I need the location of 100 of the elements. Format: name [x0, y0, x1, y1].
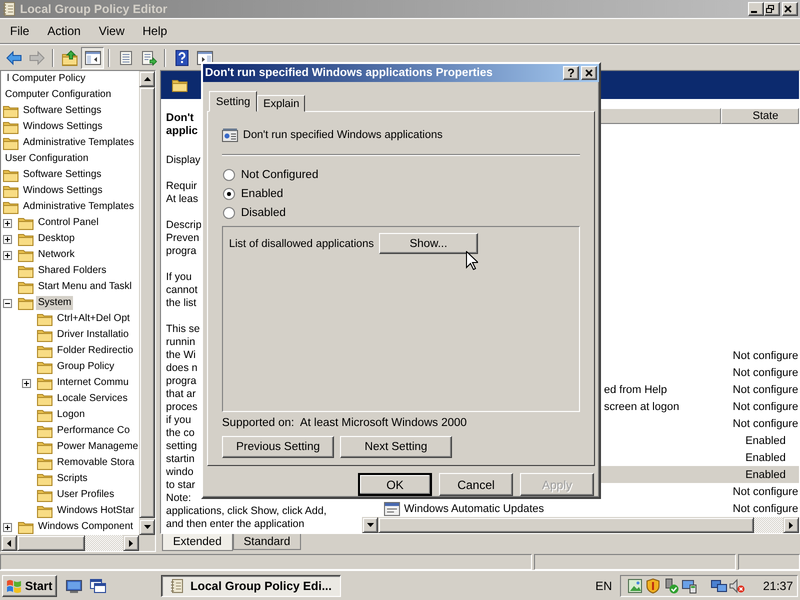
- folder-icon: [37, 408, 53, 422]
- tree-item[interactable]: Computer Configuration: [3, 88, 114, 102]
- folder-icon: [37, 392, 53, 406]
- description-line: If you: [166, 271, 192, 284]
- radio-button[interactable]: [223, 188, 235, 200]
- tree-item[interactable]: Software Settings: [21, 168, 104, 182]
- menu-item[interactable]: File: [4, 24, 36, 38]
- tree-item[interactable]: System: [36, 296, 74, 310]
- scroll-up-button[interactable]: [139, 71, 155, 87]
- tree-item[interactable]: Internet Commu: [55, 376, 131, 390]
- tree-item[interactable]: Power Manageme: [55, 440, 139, 454]
- expand-icon[interactable]: [3, 218, 12, 228]
- tree-item[interactable]: Performance Co: [55, 424, 132, 438]
- close-icon: [784, 5, 792, 13]
- scroll-down-button[interactable]: [139, 519, 155, 535]
- radio-button[interactable]: [223, 206, 235, 218]
- tree-item[interactable]: Windows Settings: [21, 120, 104, 134]
- expand-icon[interactable]: [22, 378, 31, 388]
- tree-item[interactable]: Group Policy: [55, 360, 116, 374]
- tree-item[interactable]: Windows Settings: [21, 184, 104, 198]
- scroll-down-button[interactable]: [362, 517, 378, 533]
- scroll-thumb[interactable]: [139, 87, 155, 518]
- policy-setting-icon: [222, 128, 238, 142]
- language-indicator[interactable]: EN: [595, 578, 612, 592]
- toolbar-button[interactable]: [81, 46, 104, 68]
- tree-item[interactable]: Start Menu and Taskl: [36, 280, 134, 294]
- show-button[interactable]: Show...: [378, 233, 478, 254]
- tree-item[interactable]: Locale Services: [55, 392, 130, 406]
- network-icon[interactable]: [711, 578, 727, 594]
- speaker-muted-icon[interactable]: [729, 578, 745, 594]
- tree-item[interactable]: Windows Component: [36, 520, 136, 534]
- description-line: cannot: [166, 284, 198, 297]
- menu-item[interactable]: Help: [136, 24, 174, 38]
- device-check-icon[interactable]: [663, 578, 679, 594]
- collapse-icon[interactable]: [3, 298, 12, 308]
- tree-item[interactable]: Software Settings: [21, 104, 104, 118]
- nav-button[interactable]: Next Setting: [340, 436, 452, 458]
- folder-icon: [172, 78, 188, 92]
- tree-item[interactable]: Desktop: [36, 232, 77, 246]
- expand-icon[interactable]: [3, 234, 12, 244]
- taskbar-button[interactable]: Local Group Policy Edi...: [161, 574, 341, 596]
- nav-button[interactable]: Previous Setting: [222, 436, 334, 458]
- scroll-thumb[interactable]: [378, 517, 754, 533]
- description-line: Note:: [166, 492, 192, 505]
- folder-icon: [37, 456, 53, 470]
- minimize-button[interactable]: [748, 2, 764, 16]
- tab[interactable]: Setting: [209, 91, 258, 112]
- start-button[interactable]: Start: [2, 574, 58, 596]
- radio-button[interactable]: [223, 168, 235, 180]
- menu-item[interactable]: View: [92, 24, 130, 38]
- column-header[interactable]: State: [721, 108, 799, 124]
- tree-item[interactable]: Removable Stora: [55, 456, 136, 470]
- scroll-right-button[interactable]: [123, 535, 139, 551]
- dialog-button[interactable]: Cancel: [439, 473, 513, 496]
- expand-icon[interactable]: [3, 522, 12, 532]
- folder-icon: [18, 520, 34, 534]
- description-line: This se: [166, 323, 200, 336]
- forward-icon: [28, 50, 44, 66]
- folder-icon: [37, 328, 53, 342]
- close-button[interactable]: [581, 66, 597, 80]
- help-button[interactable]: ?: [563, 66, 579, 80]
- view-tab[interactable]: Extended: [162, 534, 233, 551]
- tree-item[interactable]: Ctrl+Alt+Del Opt: [55, 312, 132, 326]
- expand-icon[interactable]: [3, 250, 12, 260]
- monitor-icon[interactable]: [681, 578, 697, 594]
- state-text: Enabled: [744, 468, 787, 480]
- close-button[interactable]: [782, 2, 798, 16]
- description-line: does n: [166, 362, 198, 375]
- tree-item[interactable]: Network: [36, 248, 77, 262]
- list-row[interactable]: Windows Automatic Updates Not configure: [378, 500, 799, 517]
- tree-item[interactable]: Logon: [55, 408, 87, 422]
- tree-item[interactable]: Windows HotStar: [55, 504, 136, 518]
- state-text: Not configure: [732, 384, 799, 396]
- picture-frame-icon[interactable]: [627, 578, 643, 594]
- tree-item[interactable]: Shared Folders: [36, 264, 108, 278]
- clock[interactable]: 21:37: [762, 578, 793, 592]
- quick-launch-button[interactable]: [89, 576, 108, 594]
- tree-item[interactable]: Administrative Templates: [21, 200, 136, 214]
- tree-item[interactable]: Folder Redirectio: [55, 344, 136, 358]
- shield-icon[interactable]: [645, 578, 661, 594]
- tree-item[interactable]: User Profiles: [55, 488, 116, 502]
- folder-icon: [37, 440, 53, 454]
- folder-icon: [37, 344, 53, 358]
- tree-item[interactable]: Control Panel: [36, 216, 101, 230]
- scroll-right-button[interactable]: [783, 517, 799, 533]
- folder-icon: [3, 184, 19, 198]
- state-text: Not configure: [732, 350, 799, 362]
- tree-item[interactable]: l Computer Policy: [5, 72, 88, 86]
- dialog-button[interactable]: OK: [358, 473, 432, 496]
- scroll-thumb[interactable]: [17, 535, 85, 551]
- tree-item[interactable]: Scripts: [55, 472, 90, 486]
- menu-item[interactable]: Action: [41, 24, 87, 38]
- description-title: applic: [166, 125, 198, 138]
- tree-item[interactable]: Administrative Templates: [21, 136, 136, 150]
- tree-item[interactable]: Driver Installatio: [55, 328, 131, 342]
- tree-item[interactable]: User Configuration: [3, 152, 90, 166]
- view-tab[interactable]: Standard: [232, 534, 302, 550]
- maximize-button[interactable]: [764, 2, 780, 16]
- tab[interactable]: Explain: [257, 95, 306, 112]
- scroll-left-button[interactable]: [1, 535, 17, 551]
